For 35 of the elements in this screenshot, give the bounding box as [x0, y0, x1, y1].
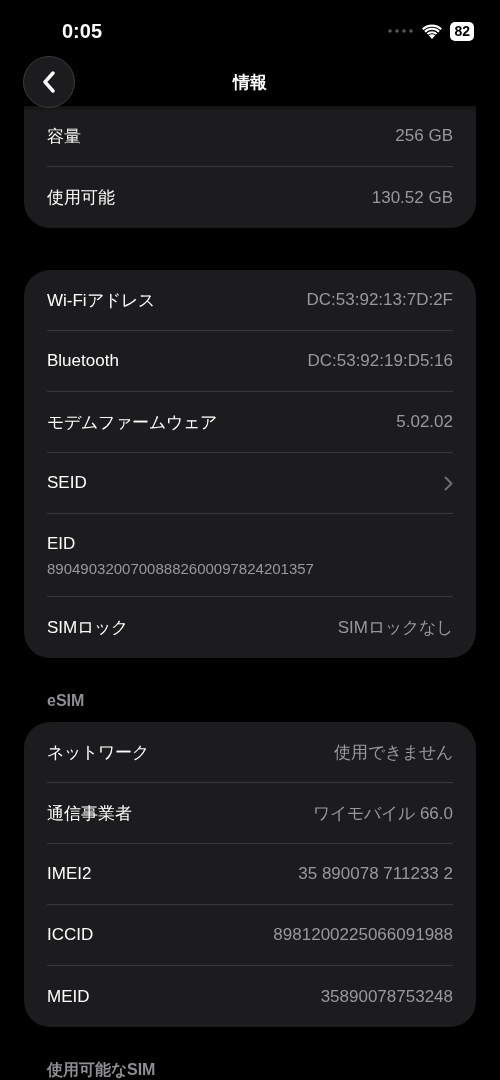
row-label: MEID [47, 986, 90, 1007]
row-value: DC:53:92:13:7D:2F [306, 290, 453, 310]
row-label: IMEI2 [47, 864, 92, 884]
row-label: Bluetooth [47, 351, 119, 371]
row-label: ネットワーク [47, 741, 149, 764]
row-value: 256 GB [395, 126, 453, 146]
row-label: ICCID [47, 925, 94, 945]
back-button[interactable] [23, 56, 75, 108]
row-value: 35890078753248 [320, 986, 453, 1007]
row-value: 35 890078 711233 2 [298, 864, 453, 884]
row-value: 5.02.02 [396, 412, 453, 432]
row-value: 130.52 GB [371, 187, 453, 208]
status-time: 0:05 [62, 19, 103, 43]
section-header: eSIM [46, 691, 86, 711]
section-header: 使用可能なSIM [45, 1060, 157, 1080]
signal-icon [388, 29, 415, 33]
wifi-icon [422, 23, 443, 39]
battery-level: 82 [450, 21, 474, 41]
row-value: DC:53:92:19:D5:16 [307, 351, 453, 371]
row-value: 8981200225066091988 [273, 925, 453, 945]
row-label: Wi-Fiアドレス [47, 289, 155, 312]
row-value: SIMロックなし [337, 617, 453, 639]
row-label[interactable]: SEID [47, 473, 87, 493]
row-label: 使用可能 [47, 187, 115, 209]
row-label: モデムファームウェア [47, 411, 217, 434]
row-value: ワイモバイル 66.0 [313, 802, 453, 825]
chevron-icon [444, 475, 453, 491]
back-icon [42, 71, 56, 93]
row-label: EID [47, 533, 76, 554]
page-title: 情報 [233, 71, 267, 94]
row-label: SIMロック [47, 617, 129, 639]
row-value: 89049032007008882600097824201357 [47, 559, 314, 577]
row-value: 使用できません [334, 741, 453, 764]
row-label: 容量 [47, 125, 81, 148]
row-label: 通信事業者 [47, 802, 132, 825]
